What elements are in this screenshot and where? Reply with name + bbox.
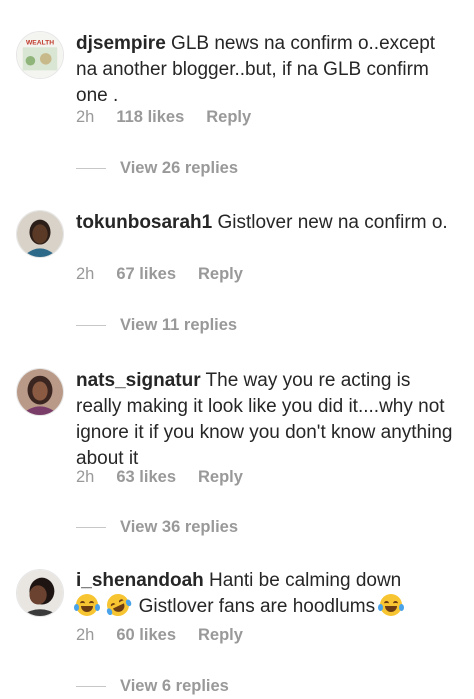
tears-of-joy-emoji-icon xyxy=(74,594,100,616)
avatar-image xyxy=(17,369,63,415)
avatar[interactable] xyxy=(16,368,64,416)
divider xyxy=(76,325,106,326)
divider xyxy=(76,168,106,169)
avatar-image xyxy=(17,211,63,257)
view-replies-button[interactable]: View 11 replies xyxy=(76,316,237,335)
view-replies-label: View 11 replies xyxy=(120,316,238,334)
view-replies-button[interactable]: View 36 replies xyxy=(76,518,238,537)
comment-text: nats_signatur The way you re acting is r… xyxy=(76,368,456,472)
timestamp: 2h xyxy=(76,626,95,644)
comment-meta: 2h 63 likes Reply xyxy=(76,468,265,487)
reply-button[interactable]: Reply xyxy=(206,108,251,127)
divider xyxy=(76,686,106,687)
username[interactable]: djsempire xyxy=(76,33,166,54)
comment-body-continued: Gistlover fans are hoodlums xyxy=(138,596,376,617)
timestamp: 2h xyxy=(76,108,95,126)
username[interactable]: nats_signatur xyxy=(76,370,201,391)
rolling-laughing-emoji-icon xyxy=(103,590,133,620)
reply-button[interactable]: Reply xyxy=(198,626,243,645)
crying-emoji-icon xyxy=(378,594,405,616)
avatar-logo-text: WEALTH xyxy=(26,39,54,46)
view-replies-label: View 26 replies xyxy=(120,159,239,177)
timestamp: 2h xyxy=(76,468,95,486)
likes-count[interactable]: 118 likes xyxy=(116,108,184,127)
avatar[interactable] xyxy=(16,569,64,617)
timestamp: 2h xyxy=(76,265,95,283)
comment-meta: 2h 67 likes Reply xyxy=(76,265,265,284)
view-replies-label: View 6 replies xyxy=(120,677,229,695)
comment-meta: 2h 60 likes Reply xyxy=(76,626,265,645)
view-replies-label: View 36 replies xyxy=(120,518,239,536)
comment-text: djsempire GLB news na confirm o..except … xyxy=(76,31,456,109)
divider xyxy=(76,527,106,528)
avatar[interactable]: WEALTH xyxy=(16,31,64,79)
comment-text: i_shenandoah Hanti be calming down Gistl… xyxy=(74,568,456,620)
username[interactable]: i_shenandoah xyxy=(76,570,204,591)
username[interactable]: tokunbosarah1 xyxy=(76,212,212,233)
comment-meta: 2h 118 likes Reply xyxy=(76,108,273,127)
reply-button[interactable]: Reply xyxy=(198,468,243,487)
comment-body: Gistlover new na confirm o. xyxy=(217,212,448,233)
likes-count[interactable]: 60 likes xyxy=(116,626,176,645)
likes-count[interactable]: 67 likes xyxy=(116,265,176,284)
avatar-image: WEALTH xyxy=(17,32,63,78)
comment-text: tokunbosarah1 Gistlover new na confirm o… xyxy=(76,210,456,236)
view-replies-button[interactable]: View 6 replies xyxy=(76,677,229,696)
likes-count[interactable]: 63 likes xyxy=(116,468,176,487)
comment-body: Hanti be calming down xyxy=(209,570,402,591)
reply-button[interactable]: Reply xyxy=(198,265,243,284)
avatar-image xyxy=(17,570,63,616)
avatar[interactable] xyxy=(16,210,64,258)
view-replies-button[interactable]: View 26 replies xyxy=(76,159,238,178)
